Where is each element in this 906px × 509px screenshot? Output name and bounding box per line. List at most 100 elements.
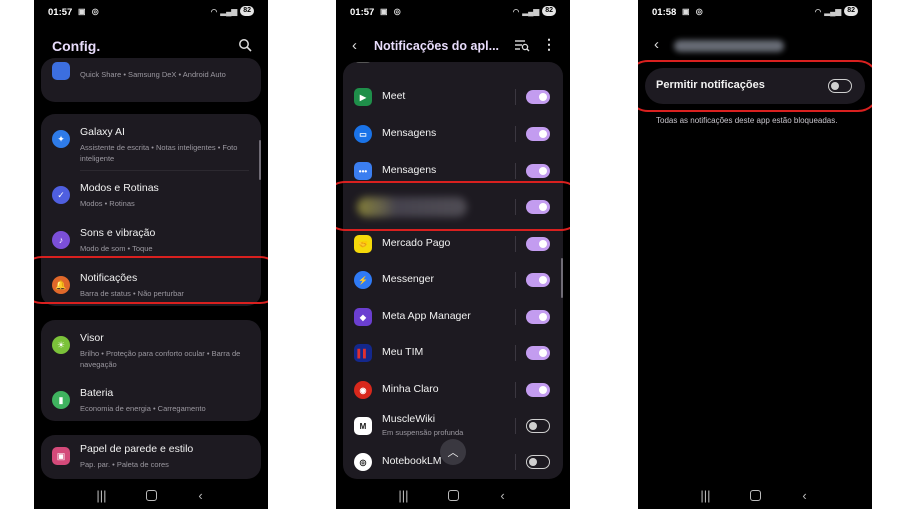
wifi-icon: ◠ [814,6,822,16]
settings-item-subtitle: Pap. par. • Paleta de cores [80,460,169,469]
status-bar: 01:57 ▣ ◎ ◠ ▂▄▆ 82 [34,0,268,24]
settings-item-connected-devices[interactable]: Quick Share • Samsung DeX • Android Auto [41,58,261,102]
recents-button[interactable]: ||| [695,488,717,503]
app-row-mercado-pago[interactable]: 🤝 Mercado Pago [343,226,563,262]
minha-claro-icon: ◉ [354,381,372,399]
app-row-messenger[interactable]: ⚡ Messenger [343,262,563,298]
status-time: 01:57 [350,7,375,18]
app-notification-toggle[interactable] [526,383,550,397]
more-options-icon[interactable]: ⋮ [542,36,556,53]
app-list: ▶ Meet ▭ Mensagens ••• Mensagens 🤝 Merca… [343,62,563,479]
page-title: Config. [52,38,101,54]
wifi-icon: ◠ [210,6,218,16]
app-name: Messenger [382,273,434,285]
meta-app-manager-icon: ◆ [354,308,372,326]
filter-icon[interactable] [514,38,530,52]
app-name: MuscleWiki [382,413,436,425]
mercado-pago-icon: 🤝 [354,235,372,253]
settings-card-wallpaper: ▣ Papel de parede e estilo Pap. par. • P… [41,435,261,479]
settings-item-subtitle: Assistente de escrita • Notas inteligent… [80,143,238,163]
settings-screen: 01:57 ▣ ◎ ◠ ▂▄▆ 82 Config. Quick Share •… [34,0,268,509]
highlight-annotation [336,181,570,231]
battery-icon: ▮ [52,391,70,409]
settings-item-galaxy-ai[interactable]: ✦ Galaxy AI Assistente de escrita • Nota… [41,118,261,163]
app-notification-toggle[interactable] [526,310,550,324]
back-button[interactable]: ‹ [190,488,212,503]
back-button[interactable]: ‹ [492,488,514,503]
settings-item-title: Papel de parede e estilo [80,443,194,455]
app-status: Em suspensão profunda [382,428,464,437]
battery-indicator: 82 [844,6,858,16]
settings-item-subtitle: Modo de som • Toque [80,244,153,253]
settings-item-subtitle: Modos • Rotinas [80,199,135,208]
app-row-minha-claro[interactable]: ◉ Minha Claro [343,372,563,408]
app-notification-toggle[interactable] [526,127,550,141]
status-notification-icons: ▣ ◎ [78,7,101,16]
divider [515,272,516,288]
app-row-meet[interactable]: ▶ Meet [343,79,563,115]
back-arrow-icon[interactable]: ‹ [654,36,659,53]
search-icon[interactable] [238,38,252,52]
app-notification-toggle[interactable] [526,237,550,251]
status-bar: 01:57 ▣ ◎ ◠ ▂▄▆ 82 [336,0,570,24]
status-notification-icons: ▣ ◎ [682,7,705,16]
home-button[interactable] [749,489,761,501]
status-bar: 01:58 ▣ ◎ ◠ ▂▄▆ 82 [638,0,872,24]
recents-button[interactable]: ||| [393,488,415,503]
display-icon: ☀ [52,336,70,354]
back-button[interactable]: ‹ [794,488,816,503]
meet-icon: ▶ [354,88,372,106]
galaxy-ai-icon: ✦ [52,130,70,148]
home-button[interactable] [145,489,157,501]
app-notification-toggle[interactable] [526,90,550,104]
recents-button[interactable]: ||| [91,488,113,503]
settings-item-title: Modos e Rotinas [80,182,159,194]
app-row-mensagens-google[interactable]: ▭ Mensagens [343,116,563,152]
divider [515,418,516,434]
partial-app-icon [354,62,372,63]
app-notification-toggle[interactable] [526,455,550,469]
scrollbar[interactable] [259,140,261,180]
app-notification-detail-screen: 01:58 ▣ ◎ ◠ ▂▄▆ 82 ‹ Permitir notificaçõ… [638,0,872,509]
settings-item-subtitle: Brilho • Proteção para conforto ocular •… [80,349,241,369]
status-indicators: ◠ ▂▄▆ 82 [513,6,556,16]
home-button[interactable] [447,489,459,501]
app-row-meta-app-manager[interactable]: ◆ Meta App Manager [343,299,563,335]
divider [515,454,516,470]
samsung-messages-icon: ••• [354,162,372,180]
app-name: Meta App Manager [382,310,471,322]
scrollbar[interactable] [561,258,563,298]
wallpaper-icon: ▣ [52,447,70,465]
back-arrow-icon[interactable]: ‹ [352,37,357,54]
settings-item-modes-routines[interactable]: ✓ Modos e Rotinas Modos • Rotinas [41,174,261,218]
divider [515,236,516,252]
app-notifications-screen: 01:57 ▣ ◎ ◠ ▂▄▆ 82 ‹ Notificações do apl… [336,0,570,509]
settings-item-display[interactable]: ☀ Visor Brilho • Proteção para conforto … [41,324,261,376]
app-notification-toggle[interactable] [526,164,550,178]
divider [515,309,516,325]
divider [515,382,516,398]
settings-item-battery[interactable]: ▮ Bateria Economia de energia • Carregam… [41,379,261,423]
navigation-bar: ||| ‹ [638,481,872,509]
app-name: Meet [382,90,406,102]
scroll-to-top-button[interactable]: ︿ [440,439,466,465]
blocked-description: Todas as notificações deste app estão bl… [656,116,838,125]
status-indicators: ◠ ▂▄▆ 82 [211,6,254,16]
divider [515,89,516,105]
messenger-icon: ⚡ [354,271,372,289]
settings-item-wallpaper[interactable]: ▣ Papel de parede e estilo Pap. par. • P… [41,435,261,479]
app-notification-toggle[interactable] [526,273,550,287]
app-row-meu-tim[interactable]: ▌▌ Meu TIM [343,335,563,371]
wifi-icon: ◠ [512,6,520,16]
chevron-up-icon: ︿ [447,447,459,459]
divider [80,170,249,171]
app-name: Minha Claro [382,383,439,395]
page-title: Notificações do apl... [374,39,500,53]
status-indicators: ◠ ▂▄▆ 82 [815,6,858,16]
app-row[interactable] [343,62,563,72]
battery-indicator: 82 [240,6,254,16]
app-notification-toggle[interactable] [526,346,550,360]
settings-item-title: Bateria [80,387,114,399]
notebooklm-icon: ◎ [354,453,372,471]
app-notification-toggle[interactable] [526,419,550,433]
